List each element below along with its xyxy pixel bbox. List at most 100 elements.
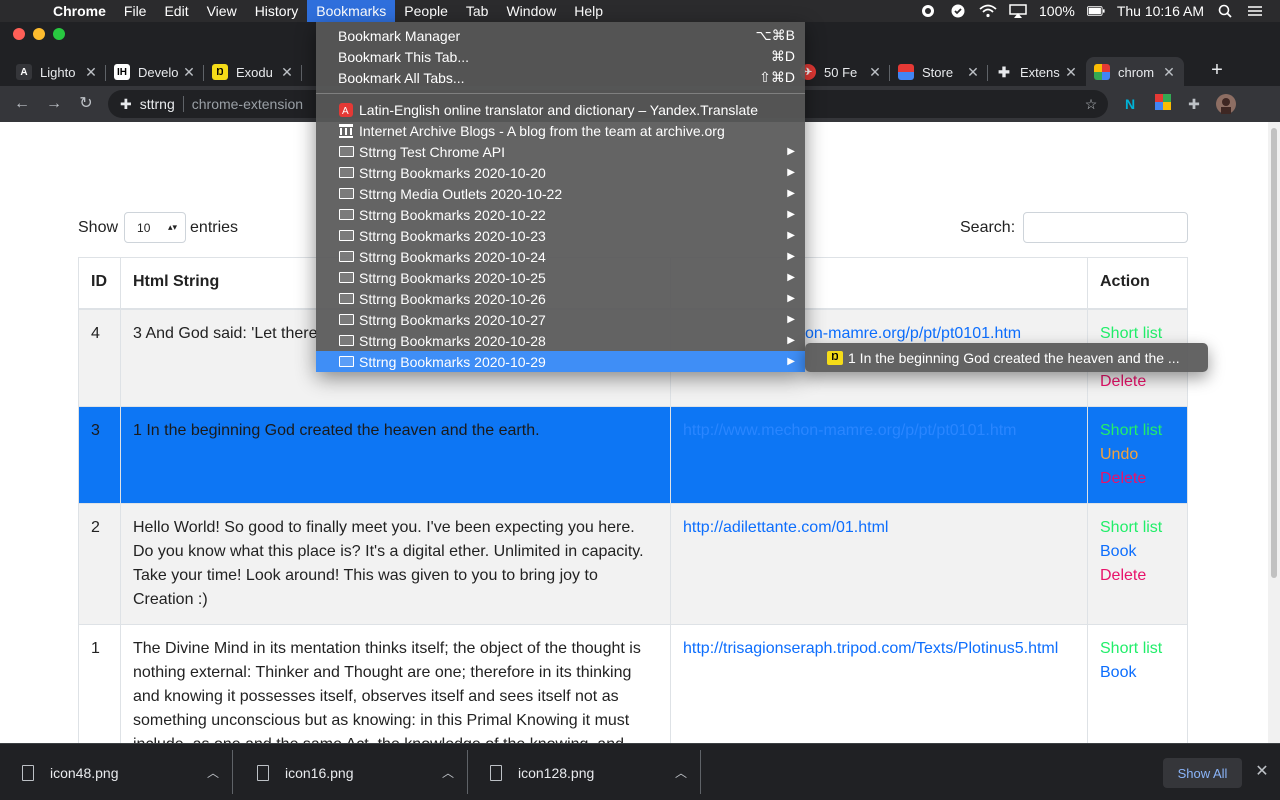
checkmark-icon[interactable] xyxy=(949,4,967,18)
menubar-clock[interactable]: Thu 10:16 AM xyxy=(1117,3,1204,19)
bookmark-folder-item[interactable]: Sttrng Bookmarks 2020-10-28 ▶ xyxy=(316,330,805,351)
menu-bookmarks[interactable]: Bookmarks xyxy=(307,0,396,22)
bookmark-folder-submenu[interactable]: Ŋ 1 In the beginning God created the hea… xyxy=(805,343,1208,372)
new-tab-button[interactable]: + xyxy=(1205,58,1229,82)
bookmark-folder-item[interactable]: Sttrng Bookmarks 2020-10-22 ▶ xyxy=(316,204,805,225)
reload-icon[interactable]: ↻ xyxy=(74,92,98,116)
bookmark-folder-item[interactable]: Sttrng Bookmarks 2020-10-20 ▶ xyxy=(316,162,805,183)
control-center-icon[interactable] xyxy=(1246,4,1264,18)
extensions-puzzle-icon[interactable]: ✚ xyxy=(1184,94,1204,114)
close-tab-icon[interactable]: ✕ xyxy=(1064,64,1078,81)
length-control: Show 10 ▴▾ entries xyxy=(78,212,238,243)
menu-item-label: Sttrng Bookmarks 2020-10-20 xyxy=(359,164,546,181)
menu-people[interactable]: People xyxy=(395,0,457,22)
tab-store[interactable]: Store ✕ xyxy=(890,57,988,87)
bookmark-link-item[interactable]: A Latin-English online translator and di… xyxy=(316,99,805,120)
shortlist-link[interactable]: Short list xyxy=(1100,322,1175,346)
row-id: 1 xyxy=(78,623,121,743)
zoom-window-button[interactable] xyxy=(53,28,65,40)
menu-edit[interactable]: Edit xyxy=(155,0,197,22)
row-url-link[interactable]: http://www.mechon-mamre.org/p/pt/pt0101.… xyxy=(683,422,1016,439)
folder-icon xyxy=(338,313,354,327)
entries-label: entries xyxy=(190,218,239,236)
tab-label: Develo xyxy=(138,64,179,80)
chevron-up-icon[interactable]: ︿ xyxy=(193,764,233,781)
row-url-link[interactable]: on-mamre.org/p/pt/pt0101.htm xyxy=(805,325,1021,342)
profile-avatar[interactable] xyxy=(1216,94,1236,114)
color-extension-icon[interactable] xyxy=(1153,94,1173,114)
delete-link[interactable]: Delete xyxy=(1100,564,1175,588)
spotlight-search-icon[interactable] xyxy=(1216,4,1234,18)
bookmark-star-icon[interactable]: ☆ xyxy=(1081,94,1101,114)
menu-help[interactable]: Help xyxy=(565,0,612,22)
tab-developer[interactable]: IH Develo ✕ xyxy=(106,57,204,87)
chevron-up-icon[interactable]: ︿ xyxy=(428,764,468,781)
tab-exodus[interactable]: Ŋ Exodu ✕ xyxy=(204,57,302,87)
airplay-icon[interactable] xyxy=(1009,4,1027,18)
evernote-icon[interactable] xyxy=(919,4,937,18)
close-window-button[interactable] xyxy=(13,28,25,40)
bookmark-this-tab-item[interactable]: Bookmark This Tab... ⌘D xyxy=(316,46,805,67)
n-extension-icon[interactable]: N xyxy=(1120,94,1140,114)
tab-50-fe[interactable]: ✈ 50 Fe ✕ xyxy=(792,57,890,87)
chevron-up-icon[interactable]: ︿ xyxy=(661,764,701,781)
page-scrollbar[interactable] xyxy=(1268,122,1280,743)
bookmark-folder-item[interactable]: Sttrng Bookmarks 2020-10-26 ▶ xyxy=(316,288,805,309)
close-tab-icon[interactable]: ✕ xyxy=(182,64,196,81)
shortlist-link[interactable]: Short list xyxy=(1100,637,1175,661)
show-all-downloads-button[interactable]: Show All xyxy=(1163,758,1242,788)
undo-link[interactable]: Undo xyxy=(1100,443,1175,467)
tab-lighthouse[interactable]: A Lighto ✕ xyxy=(8,57,106,87)
tab-chrome-extension[interactable]: chrom ✕ xyxy=(1086,57,1184,87)
download-item[interactable]: icon16.png ︿ xyxy=(235,744,468,800)
menu-window[interactable]: Window xyxy=(497,0,565,22)
book-link[interactable]: Book xyxy=(1100,661,1175,685)
row-url-link[interactable]: http://adilettante.com/01.html xyxy=(683,519,888,536)
bookmark-folder-item[interactable]: Sttrng Media Outlets 2020-10-22 ▶ xyxy=(316,183,805,204)
download-item[interactable]: icon48.png ︿ xyxy=(0,744,233,800)
bookmark-folder-item[interactable]: Sttrng Bookmarks 2020-10-27 ▶ xyxy=(316,309,805,330)
bookmark-manager-item[interactable]: Bookmark Manager ⌥⌘B xyxy=(316,25,805,46)
back-arrow-icon[interactable]: ← xyxy=(10,92,34,116)
menu-chrome[interactable]: Chrome xyxy=(44,0,115,22)
shortlist-link[interactable]: Short list xyxy=(1100,419,1175,443)
delete-link[interactable]: Delete xyxy=(1100,467,1175,491)
close-tab-icon[interactable]: ✕ xyxy=(1162,64,1176,81)
puzzle-icon: ✚ xyxy=(998,63,1010,80)
scrollbar-thumb[interactable] xyxy=(1271,128,1277,578)
download-divider xyxy=(232,750,233,794)
entries-per-page-select[interactable]: 10 ▴▾ xyxy=(124,212,187,243)
delete-link[interactable]: Delete xyxy=(1100,370,1175,394)
minimize-window-button[interactable] xyxy=(33,28,45,40)
menu-tab[interactable]: Tab xyxy=(457,0,498,22)
close-downloads-icon[interactable]: ✕ xyxy=(1252,762,1272,782)
download-filename: icon16.png xyxy=(285,764,354,781)
bookmark-folder-item-highlighted[interactable]: Sttrng Bookmarks 2020-10-29 ▶ xyxy=(316,351,805,372)
close-tab-icon[interactable]: ✕ xyxy=(966,64,980,81)
folder-icon xyxy=(338,145,354,159)
folder-icon xyxy=(338,292,354,306)
bookmark-folder-item[interactable]: Sttrng Bookmarks 2020-10-25 ▶ xyxy=(316,267,805,288)
download-item[interactable]: icon128.png ︿ xyxy=(468,744,701,800)
col-action-header[interactable]: Action xyxy=(1087,257,1188,310)
close-tab-icon[interactable]: ✕ xyxy=(280,64,294,81)
search-input[interactable] xyxy=(1023,212,1189,243)
shortlist-link[interactable]: Short list xyxy=(1100,516,1175,540)
tab-extensions[interactable]: ✚ Extens ✕ xyxy=(988,57,1086,87)
row-url-link[interactable]: http://trisagionseraph.tripod.com/Texts/… xyxy=(683,640,1058,657)
book-link[interactable]: Book xyxy=(1100,540,1175,564)
menu-view[interactable]: View xyxy=(198,0,246,22)
close-tab-icon[interactable]: ✕ xyxy=(868,64,882,81)
bookmark-all-tabs-item[interactable]: Bookmark All Tabs... ⇧⌘D xyxy=(316,67,805,88)
forward-arrow-icon[interactable]: → xyxy=(42,92,66,116)
bookmark-folder-item[interactable]: Sttrng Bookmarks 2020-10-23 ▶ xyxy=(316,225,805,246)
close-tab-icon[interactable]: ✕ xyxy=(84,64,98,81)
battery-icon[interactable] xyxy=(1086,4,1105,18)
col-id-header[interactable]: ID xyxy=(78,257,121,310)
wifi-icon[interactable] xyxy=(979,4,997,18)
menu-file[interactable]: File xyxy=(115,0,156,22)
bookmark-folder-item[interactable]: Sttrng Test Chrome API ▶ xyxy=(316,141,805,162)
bookmark-folder-item[interactable]: Sttrng Bookmarks 2020-10-24 ▶ xyxy=(316,246,805,267)
bookmark-link-item[interactable]: Internet Archive Blogs - A blog from the… xyxy=(316,120,805,141)
menu-history[interactable]: History xyxy=(246,0,308,22)
